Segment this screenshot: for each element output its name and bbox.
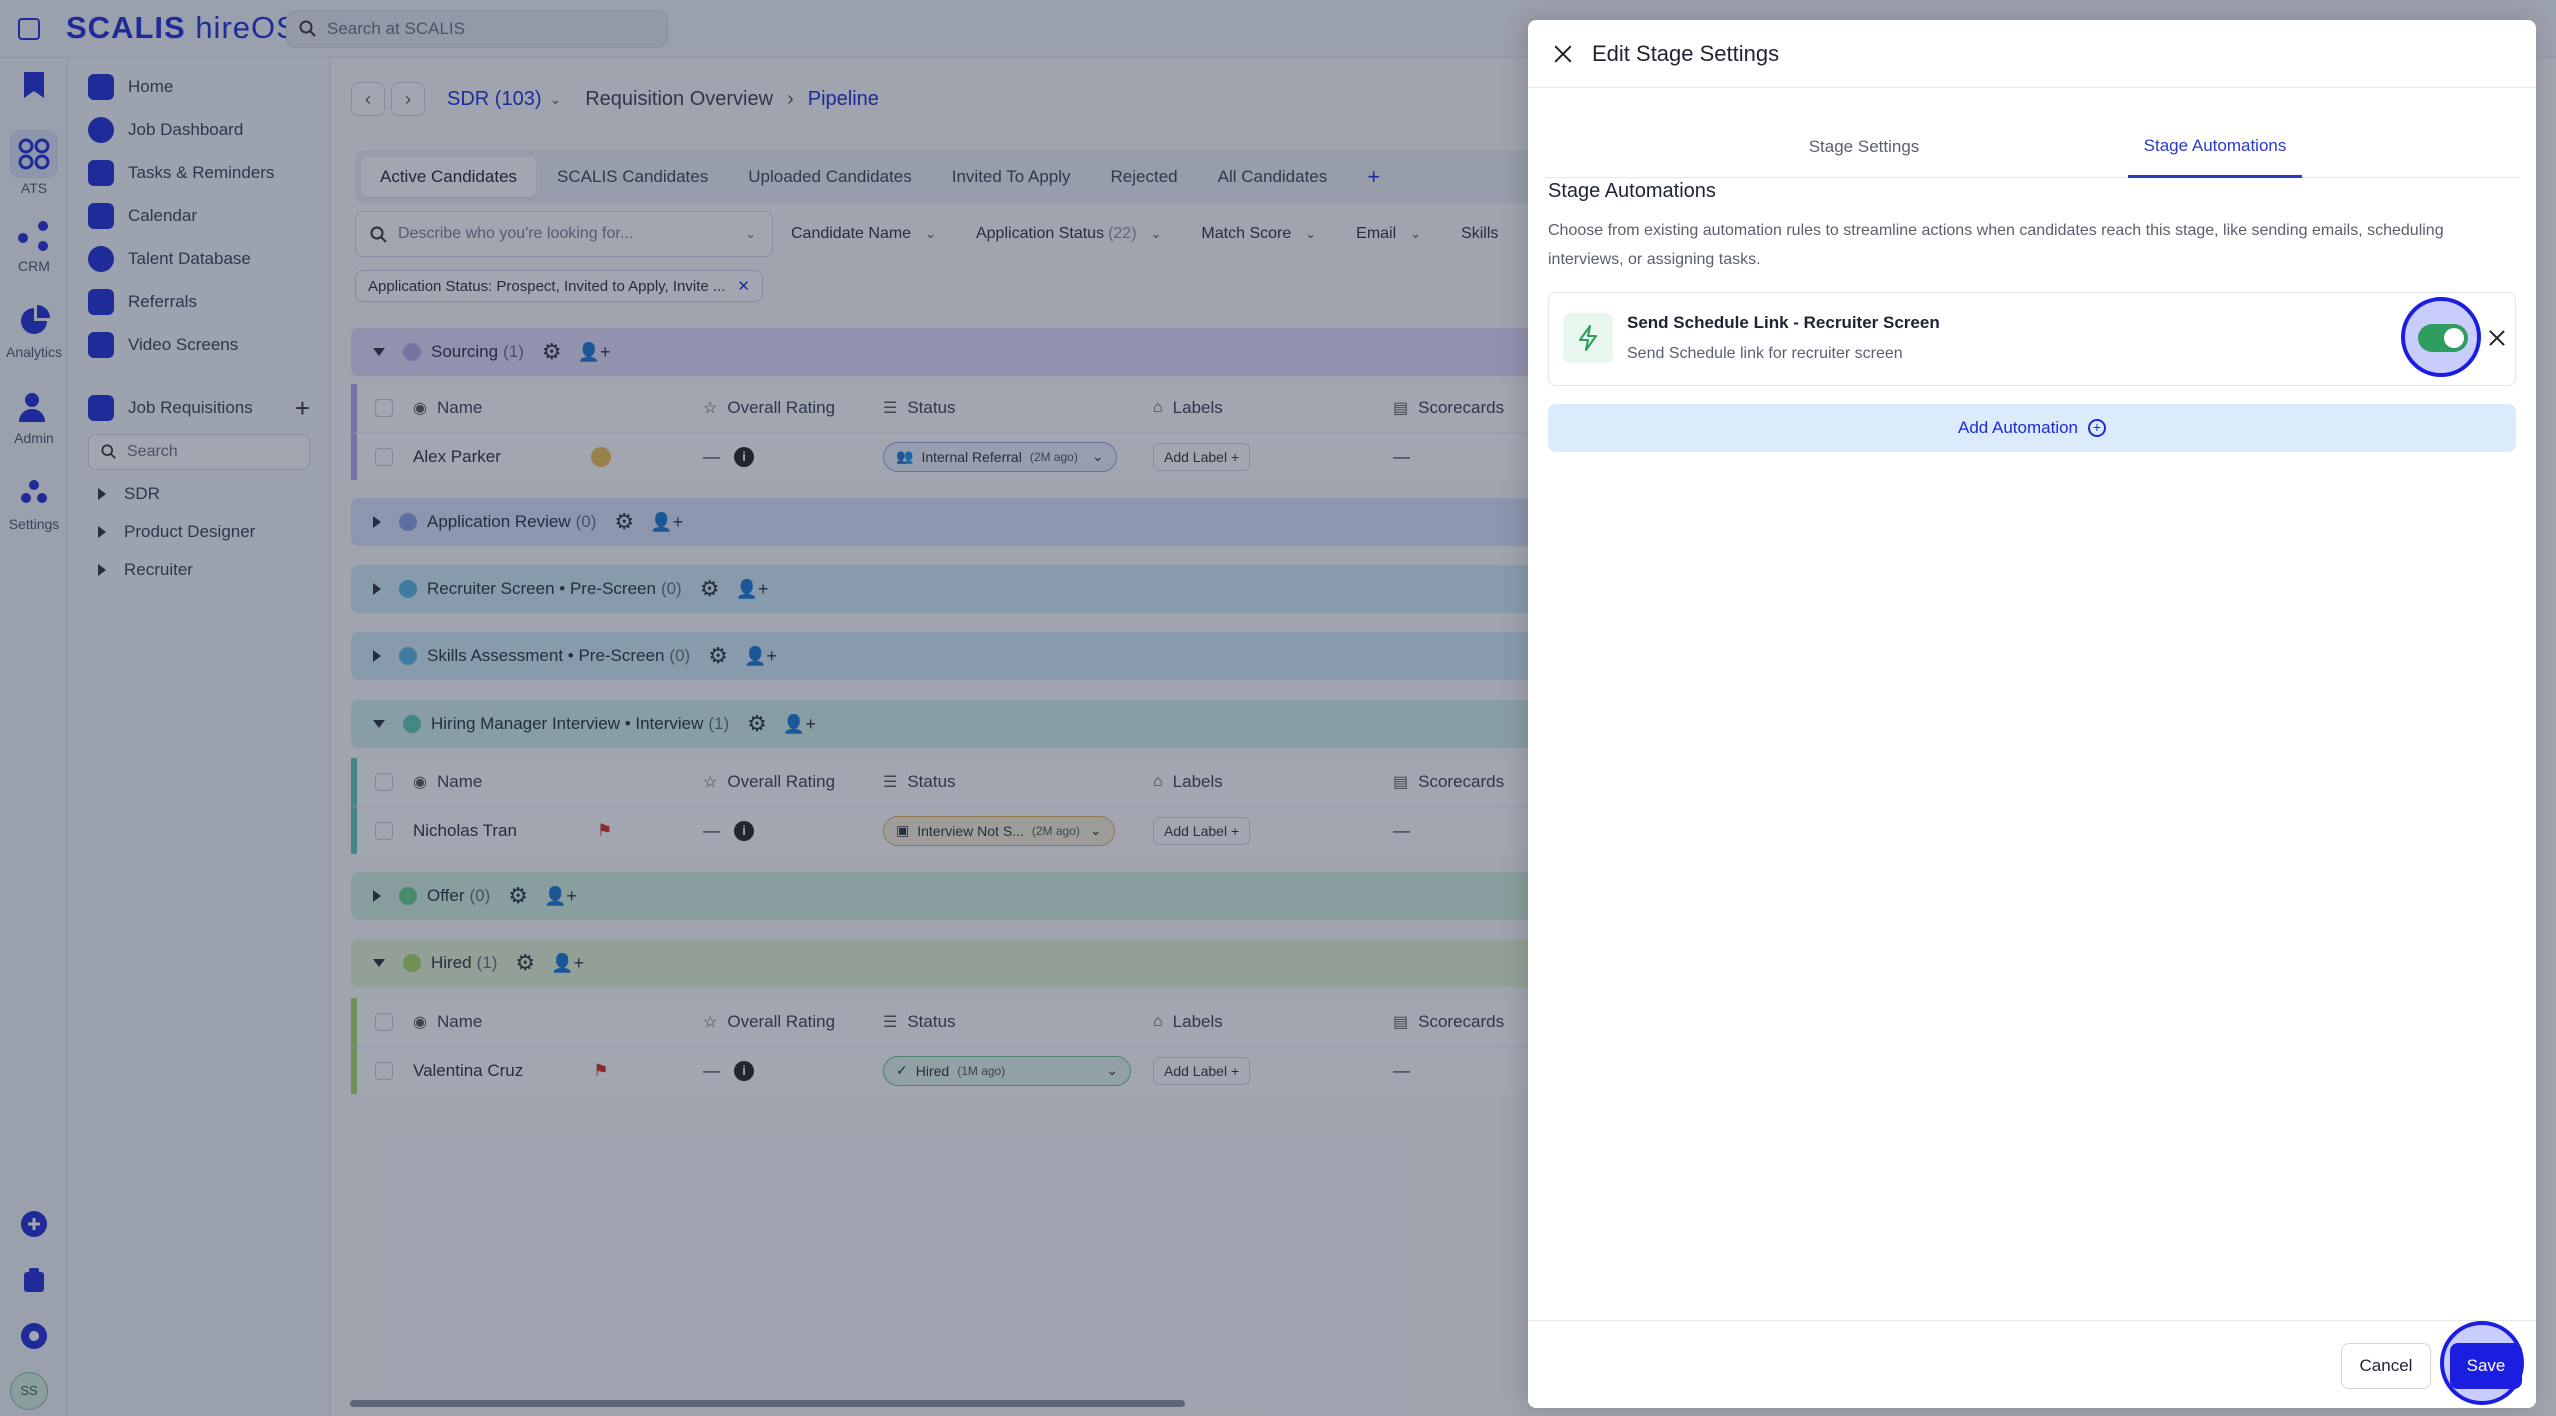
drawer-tabs: Stage Settings Stage Automations: [1544, 116, 2520, 178]
lightning-icon: [1563, 313, 1613, 363]
automation-toggle[interactable]: [2418, 324, 2468, 352]
drawer-title: Edit Stage Settings: [1592, 40, 1780, 66]
tab-stage-automations[interactable]: Stage Automations: [2128, 116, 2302, 178]
edit-stage-settings-drawer: Edit Stage Settings Stage Settings Stage…: [1528, 20, 2536, 1408]
automation-subtitle: Send Schedule link for recruiter screen: [1627, 345, 1903, 362]
drawer-footer: Cancel Save: [1528, 1320, 2536, 1408]
drawer-header: Edit Stage Settings: [1528, 20, 2536, 88]
add-automation-button[interactable]: Add Automation +: [1548, 404, 2516, 452]
automation-card: Send Schedule Link - Recruiter Screen Se…: [1548, 292, 2516, 386]
tab-stage-settings[interactable]: Stage Settings: [1764, 116, 1964, 178]
automation-title: Send Schedule Link - Recruiter Screen: [1627, 313, 1940, 332]
save-button[interactable]: Save: [2450, 1343, 2522, 1389]
plus-circle-icon: +: [2088, 419, 2107, 437]
toggle-knob: [2444, 328, 2464, 348]
remove-automation-icon[interactable]: [2488, 329, 2506, 347]
section-title: Stage Automations: [1548, 180, 1716, 202]
cancel-button[interactable]: Cancel: [2341, 1343, 2431, 1389]
section-description: Choose from existing automation rules to…: [1548, 222, 2444, 268]
close-icon[interactable]: [1552, 43, 1574, 65]
